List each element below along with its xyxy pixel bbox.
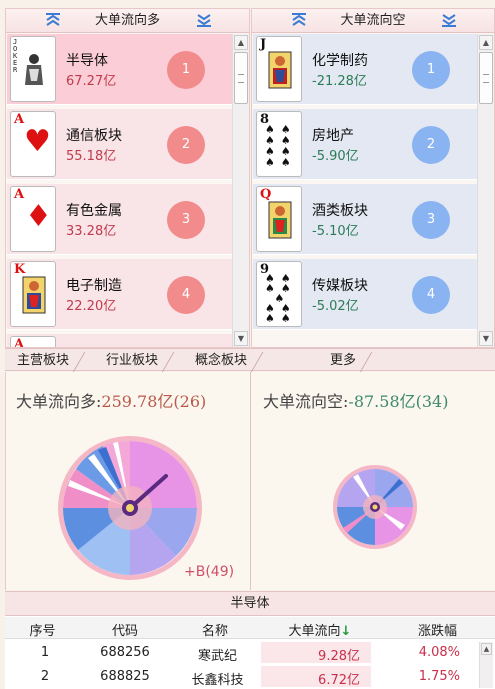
tab-main-sector[interactable]: 主营板块 bbox=[17, 350, 69, 371]
tab-concept-sector[interactable]: 概念板块 bbox=[195, 350, 247, 371]
table-row[interactable]: 1 688256 寒武纪 9.28亿 4.08% bbox=[5, 642, 495, 665]
sector-name: 传媒板块 bbox=[312, 278, 368, 294]
inflow-scrollbar[interactable]: ▲ ▼ bbox=[232, 34, 249, 347]
rank-badge: 4 bbox=[412, 276, 450, 314]
sector-flow-value: 22.20亿 bbox=[66, 299, 117, 314]
joker-card-icon: JOKER bbox=[10, 36, 56, 102]
scroll-up-icon[interactable]: ▲ bbox=[234, 35, 248, 50]
sector-name: 房地产 bbox=[312, 128, 354, 144]
sector-flow-value: -21.28亿 bbox=[312, 74, 367, 89]
collapse-up-icon[interactable] bbox=[44, 12, 62, 28]
rank-badge: 2 bbox=[167, 126, 205, 164]
eight-of-spades-card-icon: 8 ♠♠ ♠♠ ♠♠ ♠♠ bbox=[256, 111, 302, 177]
rank-badge: 3 bbox=[167, 201, 205, 239]
scroll-up-icon[interactable]: ▲ bbox=[479, 35, 493, 50]
table-caption: 半导体 bbox=[5, 592, 495, 616]
table-row[interactable]: 2 688825 长鑫科技 6.72亿 1.75% bbox=[5, 666, 495, 689]
col-code[interactable]: 代码 bbox=[80, 620, 170, 639]
tab-more[interactable]: 更多 bbox=[330, 350, 356, 371]
flow-summary: 大单流向多:259.78亿(26) +B(49) 大单流向空:-87.58亿(3… bbox=[5, 372, 495, 590]
scroll-up-icon[interactable]: ▲ bbox=[481, 643, 492, 655]
sort-down-icon: ↓ bbox=[340, 624, 352, 639]
rank-badge: 4 bbox=[167, 276, 205, 314]
jack-of-clubs-card-icon: J bbox=[256, 36, 302, 102]
sector-tabs: 主营板块 行业板块 概念板块 更多 bbox=[5, 348, 495, 371]
nine-of-spades-card-icon: 9 ♠♠ ♠♠ ♠ ♠♠ ♠♠ bbox=[256, 261, 302, 327]
expand-down-icon[interactable] bbox=[195, 12, 213, 28]
col-name[interactable]: 名称 bbox=[170, 620, 260, 639]
scroll-thumb[interactable] bbox=[234, 52, 248, 104]
col-change[interactable]: 涨跌幅 bbox=[380, 620, 495, 639]
table-scrollbar[interactable]: ▲ bbox=[479, 642, 493, 688]
top-inflow-title: 大单流向多 bbox=[94, 13, 160, 28]
sector-name: 化学制药 bbox=[312, 53, 368, 69]
ace-of-hearts-card-icon: A ♥ bbox=[10, 111, 56, 177]
outflow-item[interactable]: 8 ♠♠ ♠♠ ♠♠ ♠♠ 房地产 -5.90亿 2 bbox=[253, 109, 477, 180]
table-header: 序号 代码 名称 大单流向↓ 涨跌幅 bbox=[5, 617, 495, 639]
inflow-item[interactable]: A ♥ 通信板块 55.18亿 2 bbox=[7, 109, 232, 180]
scroll-down-icon[interactable]: ▼ bbox=[479, 331, 493, 346]
inflow-item[interactable]: A bbox=[7, 334, 232, 347]
ace-of-diamonds-card-icon: A ♦ bbox=[10, 186, 56, 252]
flow-divider bbox=[250, 372, 251, 590]
scroll-down-icon[interactable]: ▼ bbox=[234, 331, 248, 346]
expand-down-icon[interactable] bbox=[440, 12, 458, 28]
tab-industry-sector[interactable]: 行业板块 bbox=[106, 350, 158, 371]
inflow-list: JOKER 半导体 67.27亿 1 A ♥ 通信板块 55.18亿 2 A ♦… bbox=[6, 34, 232, 347]
sector-flow-value: 55.18亿 bbox=[66, 149, 117, 164]
positive-flow-wheel-icon bbox=[58, 436, 202, 580]
sector-flow-value: -5.90亿 bbox=[312, 149, 359, 164]
top-outflow-title: 大单流向空 bbox=[340, 13, 406, 28]
outflow-scrollbar[interactable]: ▲ ▼ bbox=[477, 34, 494, 347]
rank-badge: 1 bbox=[412, 51, 450, 89]
playing-card-icon: A bbox=[10, 336, 56, 347]
extra-count-note: +B(49) bbox=[184, 564, 235, 580]
top-inflow-header: 大单流向多 bbox=[6, 9, 249, 33]
inflow-item[interactable]: K 电子制造 22.20亿 4 bbox=[7, 259, 232, 330]
inflow-item[interactable]: A ♦ 有色金属 33.28亿 3 bbox=[7, 184, 232, 255]
negative-flow-wheel-icon bbox=[333, 465, 417, 549]
sector-name: 有色金属 bbox=[66, 203, 122, 219]
inflow-item[interactable]: JOKER 半导体 67.27亿 1 bbox=[7, 34, 232, 105]
positive-flow-title: 大单流向多:259.78亿(26) bbox=[16, 392, 207, 411]
sector-name: 电子制造 bbox=[66, 278, 122, 294]
queen-of-diamonds-card-icon: Q bbox=[256, 186, 302, 252]
negative-flow-title: 大单流向空:-87.58亿(34) bbox=[263, 392, 449, 411]
sector-flow-value: 67.27亿 bbox=[66, 74, 117, 89]
rank-badge: 3 bbox=[412, 201, 450, 239]
king-of-hearts-card-icon: K bbox=[10, 261, 56, 327]
top-outflow-panel: 大单流向空 J 化学制药 -21.28亿 1 8 ♠♠ ♠♠ ♠♠ ♠♠ 房地产 -5… bbox=[251, 8, 495, 348]
sector-flow-value: -5.02亿 bbox=[312, 299, 359, 314]
rank-badge: 2 bbox=[412, 126, 450, 164]
outflow-item[interactable]: 9 ♠♠ ♠♠ ♠ ♠♠ ♠♠ 传媒板块 -5.02亿 4 bbox=[253, 259, 477, 330]
collapse-up-icon[interactable] bbox=[290, 12, 308, 28]
scroll-thumb[interactable] bbox=[479, 52, 493, 104]
outflow-item[interactable]: Q 酒类板块 -5.10亿 3 bbox=[253, 184, 477, 255]
top-outflow-header: 大单流向空 bbox=[252, 9, 494, 33]
sector-name: 酒类板块 bbox=[312, 203, 368, 219]
sector-name: 半导体 bbox=[66, 53, 108, 69]
sector-flow-value: 33.28亿 bbox=[66, 224, 117, 239]
outflow-item[interactable]: J 化学制药 -21.28亿 1 bbox=[253, 34, 477, 105]
rank-badge: 1 bbox=[167, 51, 205, 89]
sector-flow-value: -5.10亿 bbox=[312, 224, 359, 239]
top-inflow-panel: 大单流向多 JOKER 半导体 67.27亿 1 A ♥ 通信板块 55.18亿… bbox=[5, 8, 250, 348]
sector-stock-table: 半导体 序号 代码 名称 大单流向↓ 涨跌幅 1 688256 寒武纪 9.28… bbox=[5, 591, 495, 689]
outflow-list: J 化学制药 -21.28亿 1 8 ♠♠ ♠♠ ♠♠ ♠♠ 房地产 -5.90亿 2… bbox=[252, 34, 477, 347]
col-flow[interactable]: 大单流向↓ bbox=[260, 620, 380, 639]
sector-name: 通信板块 bbox=[66, 128, 122, 144]
col-index[interactable]: 序号 bbox=[5, 620, 80, 639]
